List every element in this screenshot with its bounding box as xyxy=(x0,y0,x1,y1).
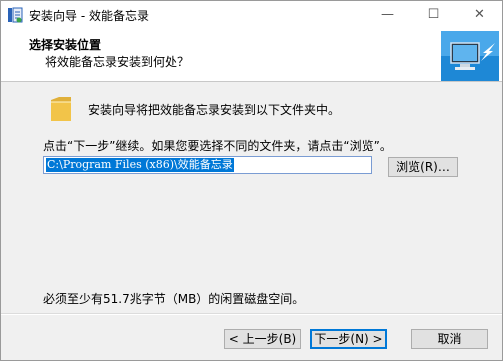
footer-divider xyxy=(1,313,502,315)
disk-space-text: 必须至少有51.7兆字节（MB）的闲置磁盘空间。 xyxy=(43,292,305,306)
minimize-button[interactable]: — xyxy=(365,1,410,29)
page-title: 选择安装位置 xyxy=(29,38,102,52)
install-path-input[interactable]: C:\Program Files (x86)\效能备忘录 xyxy=(43,156,372,174)
next-button[interactable]: 下一步(N) > xyxy=(310,329,387,349)
close-button[interactable]: ✕ xyxy=(457,1,502,29)
cancel-button[interactable]: 取消 xyxy=(411,329,488,349)
back-button[interactable]: < 上一步(B) xyxy=(224,329,301,349)
wizard-header: 选择安装位置 将效能备忘录安装到何处？ xyxy=(1,29,502,82)
folder-icon xyxy=(51,97,71,121)
setup-app-icon xyxy=(8,7,23,23)
window-title: 安装向导 - 效能备忘录 xyxy=(29,9,149,23)
install-path-value: C:\Program Files (x86)\效能备忘录 xyxy=(46,158,234,172)
setup-window: 安装向导 - 效能备忘录 — ☐ ✕ 选择安装位置 将效能备忘录安装到何处？ 安… xyxy=(0,0,503,361)
maximize-button[interactable]: ☐ xyxy=(411,1,456,29)
instruction-text: 点击“下一步”继续。如果您要选择不同的文件夹，请点击“浏览”。 xyxy=(43,139,392,153)
browse-button[interactable]: 浏览(R)… xyxy=(388,157,458,177)
computer-install-icon xyxy=(441,31,499,81)
page-subtitle: 将效能备忘录安装到何处？ xyxy=(45,55,190,69)
intro-text: 安装向导将把效能备忘录安装到以下文件夹中。 xyxy=(88,103,341,117)
title-bar[interactable]: 安装向导 - 效能备忘录 — ☐ ✕ xyxy=(1,1,502,29)
